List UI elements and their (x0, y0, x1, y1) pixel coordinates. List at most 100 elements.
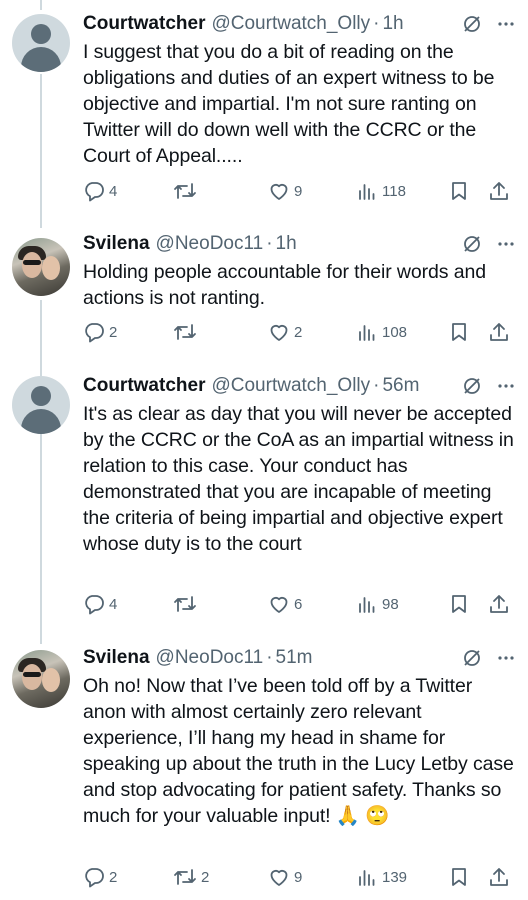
bookmark-icon (452, 182, 466, 200)
retweet-icon (174, 324, 196, 340)
retweet-icon (174, 183, 196, 199)
tweet-header: Courtwatcher @Courtwatch_Olly · 1h (83, 12, 516, 36)
default-avatar-head (31, 24, 51, 44)
tweet-content: Svilena @NeoDoc11 · 51m Oh no! Now that … (83, 646, 516, 829)
views-icon (359, 325, 375, 341)
reply-button[interactable]: 2 (83, 321, 117, 343)
default-avatar-head (31, 386, 51, 406)
tweet-content: Courtwatcher @Courtwatch_Olly · 1h I sug… (83, 12, 516, 169)
views-button[interactable]: 108 (356, 321, 407, 343)
reply-button[interactable]: 4 (83, 593, 117, 615)
views-button[interactable]: 139 (356, 866, 407, 888)
tweet-actions: 4 6 98 (83, 593, 516, 619)
grok-icon[interactable] (462, 234, 482, 254)
reply-count: 4 (109, 182, 118, 200)
like-count: 9 (294, 182, 303, 200)
avatar[interactable] (12, 376, 70, 434)
avatar-photo-detail (22, 252, 42, 278)
retweet-button[interactable] (173, 593, 201, 615)
retweet-icon (174, 596, 196, 612)
more-options-icon[interactable] (496, 648, 516, 668)
heart-icon (270, 324, 288, 341)
tweet-text: I suggest that you do a bit of reading o… (83, 41, 495, 167)
like-button[interactable]: 2 (268, 321, 302, 343)
tweet-text: Oh no! Now that I’ve been told off by a … (83, 675, 514, 827)
header-icons (462, 376, 516, 396)
share-button[interactable] (488, 593, 510, 615)
timestamp[interactable]: 51m (276, 647, 313, 669)
timestamp[interactable]: 56m (382, 375, 419, 397)
avatar[interactable] (12, 14, 70, 72)
separator-dot: · (373, 13, 380, 34)
retweet-button[interactable] (173, 321, 201, 343)
like-button[interactable]: 6 (268, 593, 302, 615)
heart-icon (270, 596, 288, 613)
tweet-header: Courtwatcher @Courtwatch_Olly · 56m (83, 374, 516, 398)
tweet-actions: 2 2 9 139 (83, 866, 516, 892)
tweet-actions: 2 2 108 (83, 321, 516, 347)
heart-icon (270, 869, 288, 886)
default-avatar-body (21, 409, 61, 434)
header-icons (462, 234, 516, 254)
reply-count: 2 (109, 868, 118, 886)
default-avatar-body (21, 47, 61, 72)
bookmark-button[interactable] (448, 180, 470, 202)
reply-button[interactable]: 4 (83, 180, 117, 202)
grok-icon[interactable] (462, 14, 482, 34)
reply-icon (85, 595, 104, 615)
like-button[interactable]: 9 (268, 180, 302, 202)
share-button[interactable] (488, 321, 510, 343)
avatar-photo-detail (42, 668, 60, 692)
share-icon (490, 595, 508, 613)
views-button[interactable]: 118 (356, 180, 406, 202)
more-options-icon[interactable] (496, 234, 516, 254)
grok-icon[interactable] (462, 648, 482, 668)
avatar[interactable] (12, 238, 70, 296)
tweet-text: Holding people accountable for their wor… (83, 261, 486, 309)
grok-icon[interactable] (462, 376, 482, 396)
author-handle[interactable]: @Courtwatch_Olly (211, 375, 370, 397)
reply-icon (85, 868, 104, 888)
heart-icon (270, 183, 288, 200)
like-count: 9 (294, 868, 303, 886)
author-handle[interactable]: @NeoDoc11 (156, 233, 264, 255)
views-count: 98 (382, 595, 399, 613)
share-icon (490, 868, 508, 886)
reply-icon (85, 182, 104, 202)
tweet[interactable]: Courtwatcher @Courtwatch_Olly · 56m It's… (0, 374, 528, 624)
views-button[interactable]: 98 (356, 593, 399, 615)
separator-dot: · (266, 233, 273, 254)
author-name[interactable]: Courtwatcher (83, 13, 205, 35)
tweet-content: Courtwatcher @Courtwatch_Olly · 56m It's… (83, 374, 516, 557)
tweet[interactable]: Svilena @NeoDoc11 · 51m Oh no! Now that … (0, 646, 528, 896)
more-options-icon[interactable] (496, 14, 516, 34)
views-icon (359, 184, 375, 200)
retweet-button[interactable]: 2 (173, 866, 209, 888)
author-name[interactable]: Courtwatcher (83, 375, 205, 397)
share-button[interactable] (488, 180, 510, 202)
retweet-button[interactable] (173, 180, 201, 202)
bookmark-icon (452, 868, 466, 886)
author-handle[interactable]: @NeoDoc11 (156, 647, 264, 669)
reply-button[interactable]: 2 (83, 866, 117, 888)
thread-line (40, 0, 42, 10)
share-button[interactable] (488, 866, 510, 888)
bookmark-button[interactable] (448, 321, 470, 343)
reply-count: 2 (109, 323, 118, 341)
author-name[interactable]: Svilena (83, 647, 150, 669)
more-options-icon[interactable] (496, 376, 516, 396)
author-handle[interactable]: @Courtwatch_Olly (211, 13, 370, 35)
bookmark-button[interactable] (448, 866, 470, 888)
avatar-photo-detail (42, 256, 60, 280)
avatar[interactable] (12, 650, 70, 708)
timestamp[interactable]: 1h (276, 233, 297, 255)
views-count: 118 (382, 182, 406, 200)
retweet-count: 2 (201, 868, 210, 886)
bookmark-button[interactable] (448, 593, 470, 615)
like-button[interactable]: 9 (268, 866, 302, 888)
author-name[interactable]: Svilena (83, 233, 150, 255)
tweet-header: Svilena @NeoDoc11 · 51m (83, 646, 516, 670)
timestamp[interactable]: 1h (382, 13, 403, 35)
tweet-actions: 4 9 118 (83, 180, 516, 206)
reply-count: 4 (109, 595, 118, 613)
